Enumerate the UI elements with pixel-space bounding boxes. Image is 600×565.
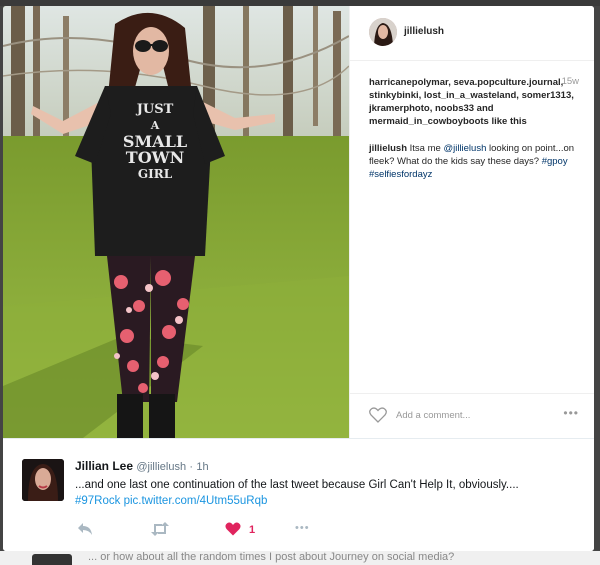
post-photo[interactable]: JUST A SMALL TOWN GIRL xyxy=(3,6,349,438)
tweet-separator: · xyxy=(189,461,194,473)
post-sidebar: jillielush 15w harricanepolymar, seva.po… xyxy=(349,6,594,438)
more-options-icon[interactable]: ••• xyxy=(563,406,579,420)
likes-line: harricanepolymar, seva.popculture.journa… xyxy=(369,76,579,128)
tweet-actions: 1 ••• xyxy=(75,522,375,540)
post-body: harricanepolymar, seva.popculture.journa… xyxy=(369,76,579,181)
tweet: Jillian Lee @jillielush · 1h ...and one … xyxy=(3,438,594,551)
like-heart-icon[interactable] xyxy=(225,522,241,539)
shirt-line-1: JUST xyxy=(136,102,174,117)
reply-icon[interactable] xyxy=(77,522,93,539)
tweet-display-name[interactable]: Jillian Lee xyxy=(75,459,133,473)
shirt-line-4: TOWN xyxy=(125,148,185,167)
background-text: ... or how about all the random times I … xyxy=(88,551,455,563)
tweet-text: ...and one last one continuation of the … xyxy=(75,477,585,509)
instagram-embed: JUST A SMALL TOWN GIRL jillielush 15w ha… xyxy=(3,6,594,438)
tweet-more-icon[interactable]: ••• xyxy=(295,522,310,534)
likes-text[interactable]: harricanepolymar, seva.popculture.journa… xyxy=(369,77,574,127)
like-count[interactable]: 1 xyxy=(249,524,255,536)
tweet-handle[interactable]: @jillielush xyxy=(136,461,186,473)
background-page-strip: ... or how about all the random times I … xyxy=(0,551,600,565)
tweet-body: ...and one last one continuation of the … xyxy=(75,479,519,491)
post-header: jillielush xyxy=(350,6,594,61)
embed-card: JUST A SMALL TOWN GIRL jillielush 15w ha… xyxy=(3,6,594,551)
heart-outline-icon[interactable] xyxy=(369,407,387,428)
caption-text-1: Itsa me xyxy=(407,143,444,154)
tweet-avatar-image xyxy=(22,459,64,501)
add-comment-input[interactable]: Add a comment... xyxy=(396,410,470,421)
avatar[interactable] xyxy=(369,18,397,46)
tweet-avatar[interactable] xyxy=(22,459,64,501)
post-footer: Add a comment... ••• xyxy=(350,393,594,438)
retweet-icon[interactable] xyxy=(151,522,169,539)
username[interactable]: jillielush xyxy=(404,26,444,37)
tweet-header: Jillian Lee @jillielush · 1h xyxy=(75,459,209,473)
shirt-line-5: GIRL xyxy=(137,167,173,181)
background-avatar xyxy=(32,554,72,565)
tweet-timestamp[interactable]: 1h xyxy=(196,461,208,473)
caption-username[interactable]: jillielush xyxy=(369,143,407,154)
photo-illustration xyxy=(3,6,349,438)
tweet-hashtag-link[interactable]: #97Rock xyxy=(75,495,120,507)
caption-mention-link[interactable]: @jillielush xyxy=(443,143,486,154)
caption: jillielush Itsa me @jillielush looking o… xyxy=(369,142,579,181)
avatar-image xyxy=(369,18,397,46)
shirt-print: JUST A SMALL TOWN GIRL xyxy=(115,102,195,182)
tweet-pic-link[interactable]: pic.twitter.com/4Utm55uRqb xyxy=(124,495,268,507)
